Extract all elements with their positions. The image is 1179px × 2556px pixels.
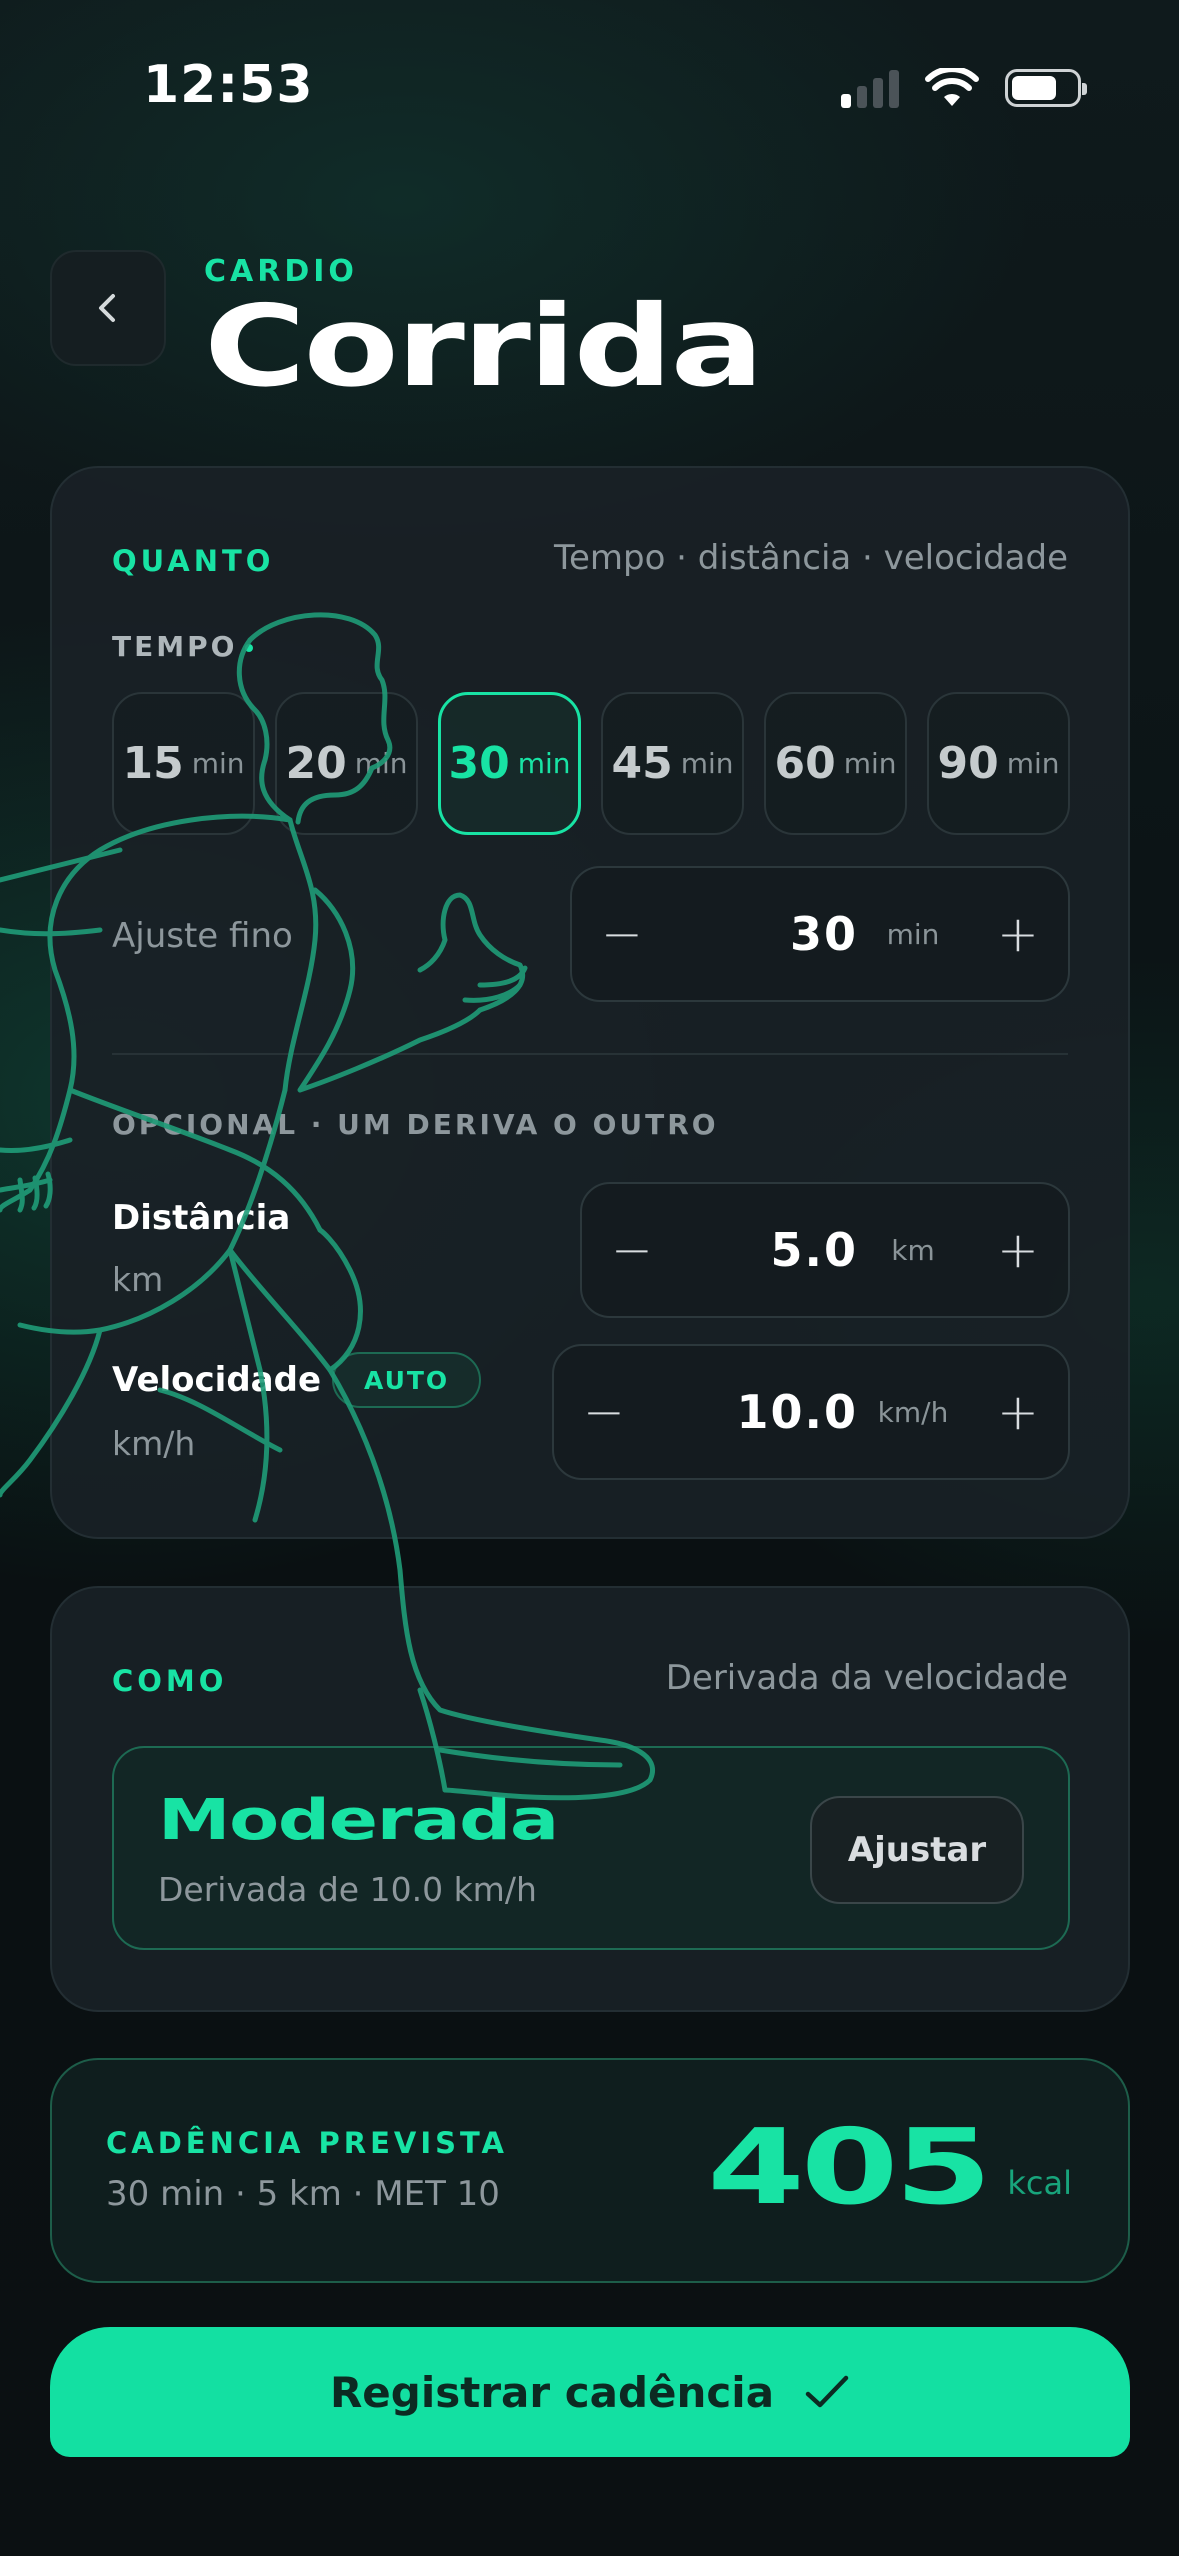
velocidade-unit-label: km/h <box>112 1424 196 1463</box>
wifi-icon <box>925 68 979 106</box>
cadence-summary: 30 min · 5 km · MET 10 <box>106 2174 500 2214</box>
divider <box>112 1053 1068 1055</box>
back-button[interactable] <box>50 250 166 366</box>
distance-decrement-button[interactable]: − <box>582 1221 682 1279</box>
optional-label: OPCIONAL · UM DERIVA O OUTRO <box>112 1108 719 1141</box>
intensity-box: Moderada Derivada de 10.0 km/h Ajustar <box>112 1746 1070 1950</box>
cadence-card: CADÊNCIA PREVISTA 30 min · 5 km · MET 10… <box>50 2058 1130 2283</box>
velocidade-label: Velocidade <box>112 1360 322 1400</box>
distance-increment-button[interactable]: + <box>968 1221 1068 1279</box>
speed-decrement-button[interactable]: − <box>554 1383 654 1441</box>
distancia-unit-label: km <box>112 1260 164 1299</box>
tempo-label: TEMPO <box>112 630 254 663</box>
battery-icon <box>1005 69 1087 107</box>
time-decrement-button[interactable]: − <box>572 905 672 963</box>
checkmark-icon <box>805 2375 849 2408</box>
cellular-signal-icon <box>841 68 899 108</box>
time-unit: min <box>886 917 940 951</box>
time-increment-button[interactable]: + <box>968 905 1068 963</box>
register-button-label: Registrar cadência <box>329 2367 775 2417</box>
time-value[interactable]: 30 <box>672 907 858 961</box>
time-chip-90[interactable]: 90 min <box>927 692 1070 835</box>
section-label-como: COMO <box>112 1664 228 1698</box>
quanto-hint: Tempo · distância · velocidade <box>553 538 1068 578</box>
time-chip-20[interactable]: 20 min <box>275 692 418 835</box>
speed-value[interactable]: 10.0 <box>654 1385 858 1439</box>
time-chips: 15 min 20 min 30 min 45 min 60 min 90 min <box>112 692 1070 835</box>
time-stepper: − 30 min + <box>570 866 1070 1002</box>
time-chip-45[interactable]: 45 min <box>601 692 744 835</box>
distancia-label: Distância <box>112 1198 291 1238</box>
intensity-subtitle: Derivada de 10.0 km/h <box>158 1870 537 1909</box>
calories-value: 405 <box>707 2106 992 2228</box>
auto-badge: AUTO <box>332 1352 482 1408</box>
required-dot-icon <box>245 644 254 652</box>
section-label-quanto: QUANTO <box>112 544 275 578</box>
como-hint: Derivada da velocidade <box>665 1658 1068 1698</box>
chevron-left-icon <box>99 294 115 322</box>
time-chip-60[interactable]: 60 min <box>764 692 907 835</box>
distance-stepper: − 5.0 km + <box>580 1182 1070 1318</box>
distance-value[interactable]: 5.0 <box>682 1223 858 1277</box>
intensity-card: COMO Derivada da velocidade Moderada Der… <box>50 1586 1130 2012</box>
status-time: 12:53 <box>143 55 314 115</box>
cadence-label: CADÊNCIA PREVISTA <box>106 2126 508 2160</box>
intensity-value: Moderada <box>158 1788 559 1853</box>
speed-increment-button[interactable]: + <box>968 1383 1068 1441</box>
calories-unit: kcal <box>1007 2164 1072 2202</box>
quantity-card: QUANTO Tempo · distância · velocidade TE… <box>50 466 1130 1539</box>
adjust-button[interactable]: Ajustar <box>810 1796 1024 1904</box>
distance-unit: km <box>891 1233 935 1267</box>
speed-stepper: − 10.0 km/h + <box>552 1344 1070 1480</box>
status-icons <box>841 66 1087 110</box>
speed-unit: km/h <box>877 1395 949 1429</box>
ajuste-fino-label: Ajuste fino <box>112 916 293 956</box>
page-title: Corrida <box>204 282 764 412</box>
time-chip-15[interactable]: 15 min <box>112 692 255 835</box>
register-button[interactable]: Registrar cadência <box>50 2327 1130 2457</box>
time-chip-30[interactable]: 30 min <box>438 692 581 835</box>
